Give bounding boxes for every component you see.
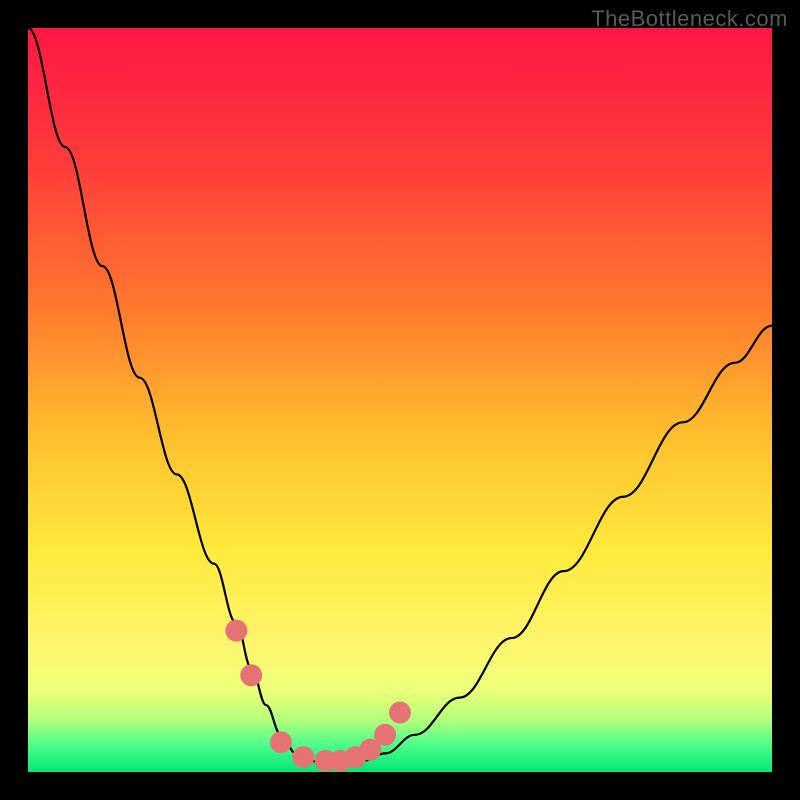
watermark-text: TheBottleneck.com <box>591 6 788 32</box>
chart-frame <box>28 28 772 772</box>
marker-dot <box>270 731 292 753</box>
chart-overlay <box>28 28 772 772</box>
marker-dot <box>374 724 396 746</box>
marker-dot <box>225 620 247 642</box>
marker-dot <box>240 664 262 686</box>
optimal-markers <box>225 620 411 772</box>
marker-dot <box>292 746 314 768</box>
bottleneck-curve <box>28 28 772 763</box>
marker-dot <box>389 701 411 723</box>
